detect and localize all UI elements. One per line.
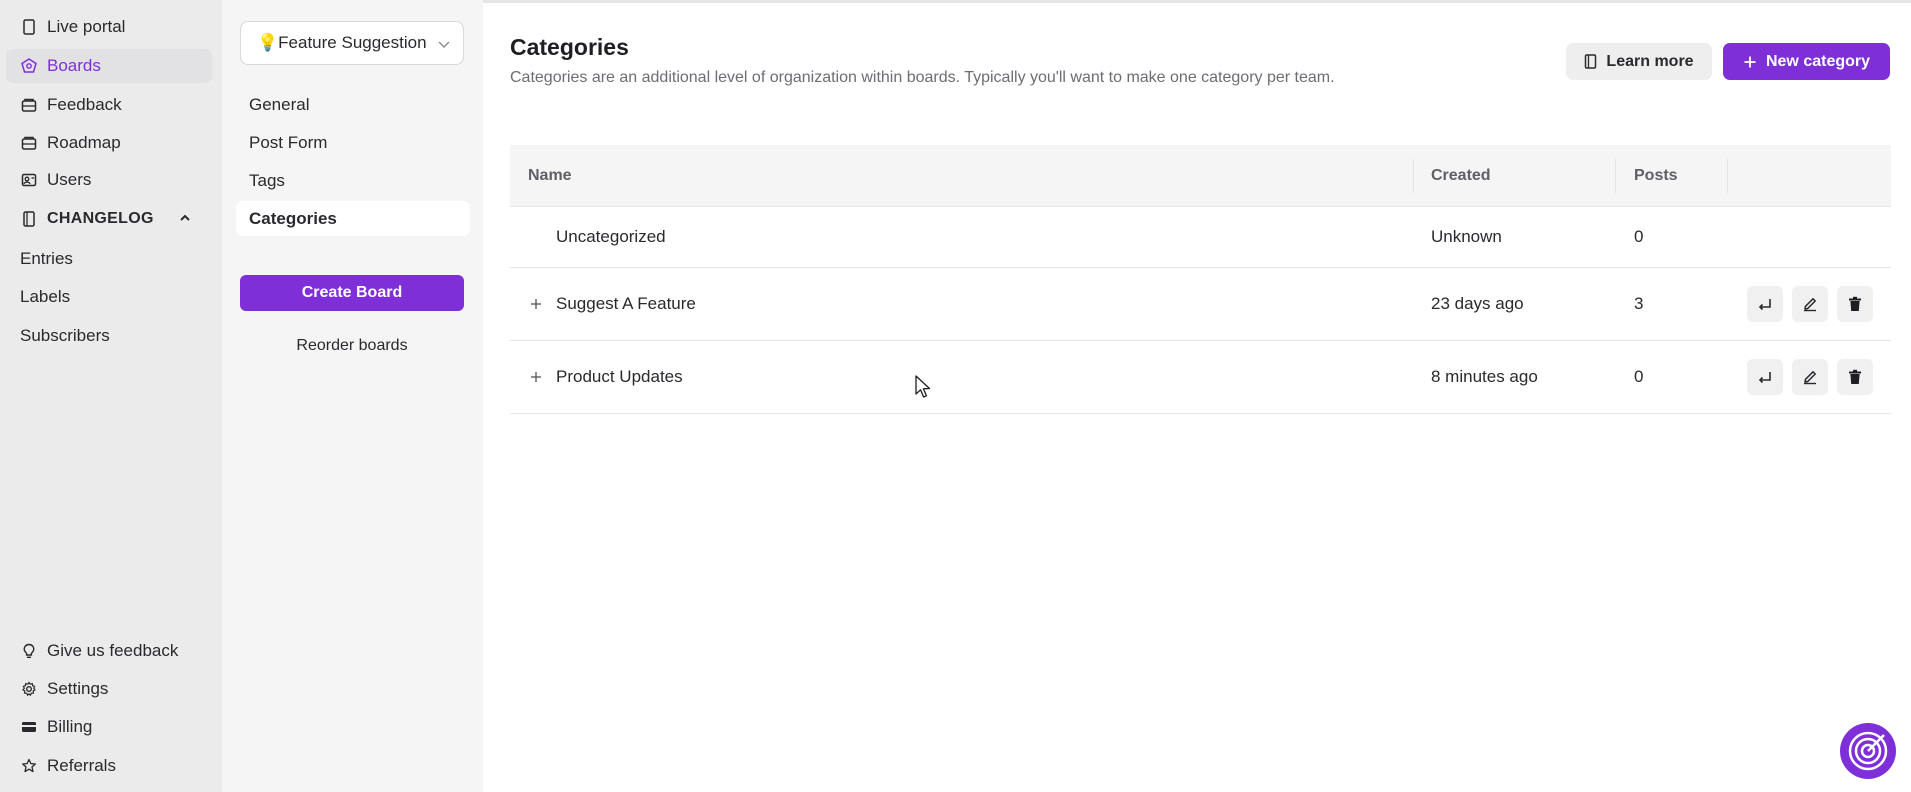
- main-content: Categories Categories are an additional …: [483, 0, 1911, 792]
- credit-card-icon: [20, 718, 38, 736]
- chevron-down-icon: [437, 36, 451, 56]
- board-selector-value: 💡Feature Suggestion: [257, 33, 427, 52]
- board-menu-post-form[interactable]: Post Form: [236, 125, 470, 160]
- nav-item-subscribers[interactable]: Subscribers: [6, 319, 212, 353]
- board-menu-tags[interactable]: Tags: [236, 163, 470, 198]
- subcategory-arrow-icon: [1757, 370, 1773, 384]
- nav-item-label: Settings: [47, 679, 109, 698]
- main-sidebar: Live portal Boards Feedback Roadmap User…: [0, 0, 222, 792]
- subcategory-arrow-icon: [1757, 297, 1773, 311]
- pencil-icon: [1802, 296, 1818, 312]
- changelog-section-toggle[interactable]: CHANGELOG: [6, 202, 212, 236]
- category-posts: 0: [1634, 367, 1644, 386]
- live-portal-icon: [20, 18, 38, 36]
- nav-item-label: Referrals: [47, 756, 116, 775]
- nav-item-label: Entries: [20, 249, 73, 268]
- trash-icon: [1848, 296, 1862, 312]
- reorder-boards-link[interactable]: Reorder boards: [240, 332, 464, 360]
- gear-icon: [20, 680, 38, 698]
- category-name: Product Updates: [556, 367, 683, 386]
- nav-item-label: Live portal: [47, 17, 126, 36]
- delete-button[interactable]: [1837, 286, 1873, 322]
- add-subcategory-button[interactable]: [1747, 286, 1783, 322]
- add-subcategory-button[interactable]: [1747, 359, 1783, 395]
- expand-plus-icon[interactable]: [528, 369, 544, 385]
- chevron-up-icon: [178, 211, 192, 230]
- categories-table: Name Created Posts Uncategorized Unknown…: [510, 145, 1891, 414]
- plus-icon: [1743, 55, 1757, 69]
- nav-item-label: Billing: [47, 717, 93, 736]
- learn-more-button[interactable]: Learn more: [1566, 43, 1712, 80]
- learn-more-label: Learn more: [1606, 52, 1694, 70]
- category-posts: 3: [1634, 294, 1644, 313]
- nav-item-label: Roadmap: [47, 133, 121, 152]
- roadmap-icon: [20, 134, 38, 152]
- nav-item-boards[interactable]: Boards: [6, 49, 212, 83]
- nav-item-label: Subscribers: [20, 326, 110, 345]
- table-header: Name Created Posts: [510, 145, 1891, 207]
- nav-item-settings[interactable]: Settings: [6, 672, 212, 706]
- column-header-created: Created: [1431, 167, 1491, 184]
- column-divider: [1727, 159, 1728, 193]
- column-header-posts: Posts: [1634, 167, 1678, 184]
- category-created: 8 minutes ago: [1431, 367, 1538, 386]
- table-row: Uncategorized Unknown 0: [510, 207, 1891, 268]
- book-icon: [1584, 54, 1597, 69]
- board-menu-label: Categories: [249, 208, 337, 228]
- mouse-cursor-icon: [915, 375, 931, 404]
- nav-item-referrals[interactable]: Referrals: [6, 749, 212, 783]
- table-row: Suggest A Feature 23 days ago 3: [510, 268, 1891, 341]
- nav-item-billing[interactable]: Billing: [6, 710, 212, 744]
- board-menu-categories[interactable]: Categories: [236, 201, 470, 236]
- nav-item-roadmap[interactable]: Roadmap: [6, 126, 212, 160]
- board-settings-sidebar: 💡Feature Suggestion General Post Form Ta…: [222, 0, 483, 792]
- nav-item-labels[interactable]: Labels: [6, 280, 212, 314]
- lightbulb-icon: [20, 642, 38, 660]
- edit-button[interactable]: [1792, 286, 1828, 322]
- nav-item-label: Give us feedback: [47, 641, 179, 660]
- column-header-name: Name: [528, 167, 572, 184]
- nav-item-label: Users: [47, 170, 92, 189]
- support-chat-button[interactable]: [1840, 723, 1896, 779]
- changelog-icon: [20, 210, 38, 228]
- nav-item-give-feedback[interactable]: Give us feedback: [6, 634, 212, 668]
- nav-item-live-portal[interactable]: Live portal: [6, 10, 212, 44]
- nav-item-label: Labels: [20, 287, 71, 306]
- category-created: 23 days ago: [1431, 294, 1524, 313]
- board-menu-label: Tags: [249, 170, 285, 190]
- boards-icon: [20, 57, 38, 75]
- table-row: Product Updates 8 minutes ago 0: [510, 341, 1891, 414]
- changelog-section-label: CHANGELOG: [47, 210, 154, 227]
- pencil-icon: [1802, 369, 1818, 385]
- expand-plus-icon[interactable]: [528, 296, 544, 312]
- category-posts: 0: [1634, 227, 1644, 246]
- category-name: Uncategorized: [556, 227, 666, 246]
- delete-button[interactable]: [1837, 359, 1873, 395]
- target-icon: [1846, 729, 1890, 773]
- column-divider: [1615, 159, 1616, 193]
- trash-icon: [1848, 369, 1862, 385]
- create-board-button[interactable]: Create Board: [240, 275, 464, 311]
- edit-button[interactable]: [1792, 359, 1828, 395]
- column-divider: [1413, 159, 1414, 193]
- board-menu-general[interactable]: General: [236, 87, 470, 122]
- board-menu-label: General: [249, 94, 310, 114]
- nav-item-entries[interactable]: Entries: [6, 242, 212, 276]
- new-category-label: New category: [1765, 52, 1871, 70]
- category-name: Suggest A Feature: [556, 294, 696, 313]
- category-created: Unknown: [1431, 227, 1502, 246]
- board-selector-dropdown[interactable]: 💡Feature Suggestion: [240, 21, 464, 65]
- new-category-button[interactable]: New category: [1723, 43, 1890, 80]
- users-icon: [20, 171, 38, 189]
- page-description: Categories are an additional level of or…: [510, 69, 1335, 86]
- page-title: Categories: [510, 34, 629, 60]
- star-icon: [20, 757, 38, 775]
- board-menu-label: Post Form: [249, 132, 328, 152]
- nav-item-users[interactable]: Users: [6, 163, 212, 197]
- nav-item-label: Boards: [47, 56, 101, 75]
- nav-item-label: Feedback: [47, 95, 122, 114]
- nav-item-feedback[interactable]: Feedback: [6, 88, 212, 122]
- feedback-icon: [20, 96, 38, 114]
